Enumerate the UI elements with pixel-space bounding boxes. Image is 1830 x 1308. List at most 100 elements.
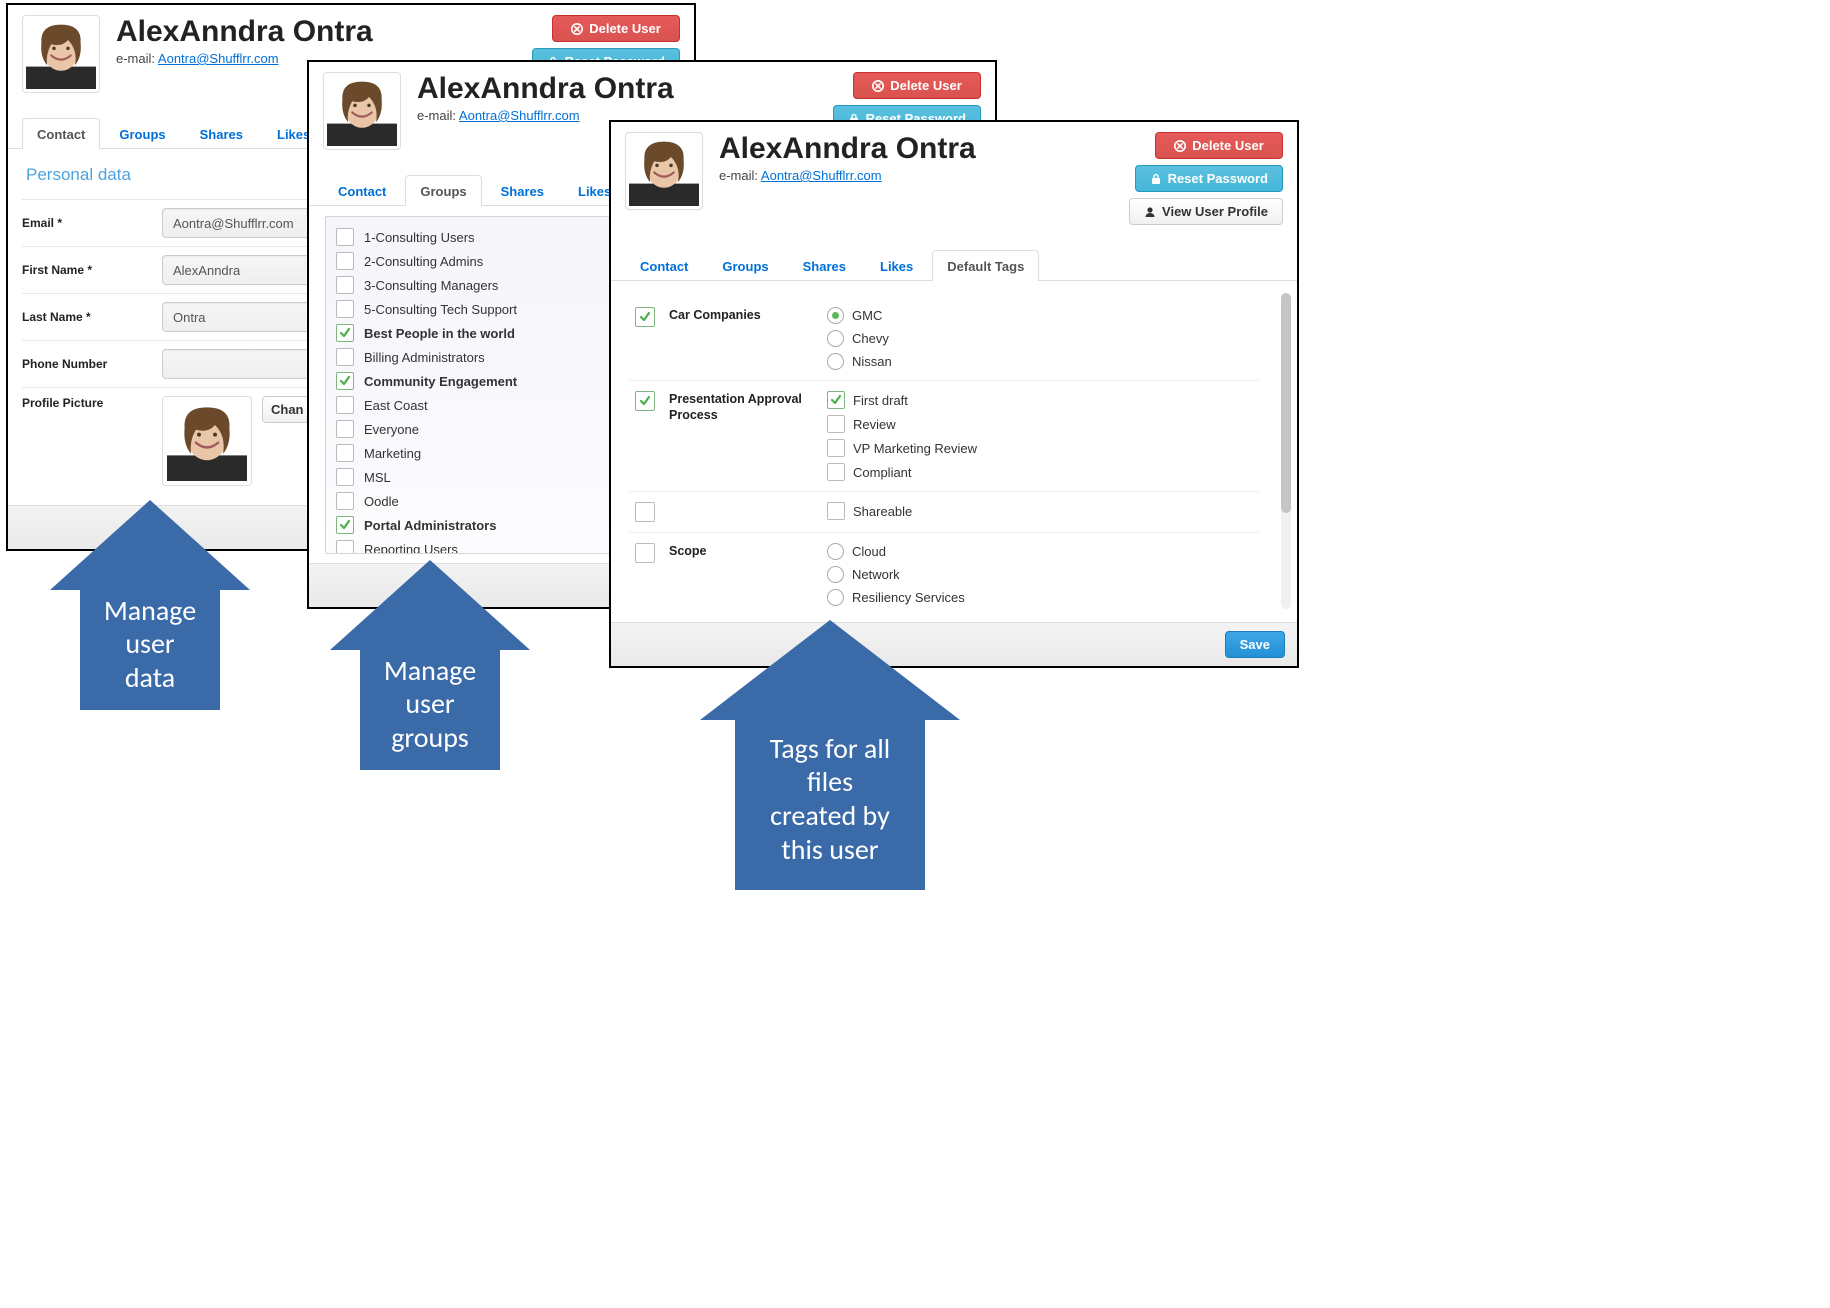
checkbox[interactable]: [336, 516, 354, 534]
tag-category-row: Car Companies GMC Chevy Nissan: [629, 297, 1259, 380]
radio[interactable]: [827, 566, 844, 583]
delete-user-button[interactable]: Delete User: [1155, 132, 1283, 159]
tag-option-label: Compliant: [853, 465, 912, 480]
group-label: 1-Consulting Users: [364, 230, 475, 245]
tab-groups[interactable]: Groups: [405, 175, 481, 206]
first-name-label: First Name *: [22, 263, 162, 277]
tag-option-label: GMC: [852, 308, 882, 323]
avatar: [323, 72, 401, 150]
email-field-label: Email *: [22, 216, 162, 230]
tag-option[interactable]: Chevy: [827, 330, 1259, 347]
callout-user-data: Manage user data: [50, 500, 250, 710]
radio[interactable]: [827, 589, 844, 606]
lock-icon: [1150, 173, 1162, 185]
checkbox[interactable]: [336, 324, 354, 342]
checkbox[interactable]: [336, 276, 354, 294]
profile-picture-label: Profile Picture: [22, 396, 162, 410]
delete-user-button[interactable]: Delete User: [853, 72, 981, 99]
checkbox[interactable]: [827, 415, 845, 433]
group-label: Billing Administrators: [364, 350, 485, 365]
tab-shares[interactable]: Shares: [185, 118, 258, 149]
tag-category-row: Shareable: [629, 491, 1259, 532]
delete-user-button[interactable]: Delete User: [552, 15, 680, 42]
checkbox[interactable]: [336, 420, 354, 438]
scrollbar-thumb[interactable]: [1281, 293, 1291, 513]
checkbox[interactable]: [336, 492, 354, 510]
group-label: Portal Administrators: [364, 518, 496, 533]
checkbox[interactable]: [827, 391, 845, 409]
email-link[interactable]: Aontra@Shufflrr.com: [459, 108, 580, 123]
tag-category-toggle[interactable]: [635, 543, 655, 563]
tag-option[interactable]: Compliant: [827, 463, 1259, 481]
user-display-name: AlexAnndra Ontra: [417, 72, 833, 106]
tab-likes[interactable]: Likes: [865, 250, 928, 281]
tag-option[interactable]: Nissan: [827, 353, 1259, 370]
callout-default-tags: Tags for all files created by this user: [700, 620, 960, 890]
tag-option[interactable]: Resiliency Services: [827, 589, 1259, 606]
group-label: MSL: [364, 470, 391, 485]
tab-shares[interactable]: Shares: [486, 175, 559, 206]
tag-category-name: Presentation Approval Process: [669, 391, 819, 424]
tab-contact[interactable]: Contact: [323, 175, 401, 206]
tag-options: Cloud Network Resiliency Services: [827, 543, 1259, 606]
tag-option[interactable]: First draft: [827, 391, 1259, 409]
tag-options: Shareable: [827, 502, 1259, 520]
tag-category-row: ScopeCloudNetworkResiliency Services: [629, 532, 1259, 616]
tab-contact[interactable]: Contact: [625, 250, 703, 281]
save-button[interactable]: Save: [1225, 631, 1285, 658]
change-picture-button[interactable]: Chan: [262, 396, 313, 423]
tag-option[interactable]: VP Marketing Review: [827, 439, 1259, 457]
checkbox[interactable]: [336, 348, 354, 366]
tag-category-name: Car Companies: [669, 307, 819, 323]
tab-groups[interactable]: Groups: [707, 250, 783, 281]
checkbox[interactable]: [827, 502, 845, 520]
checkbox[interactable]: [827, 439, 845, 457]
x-circle-icon: [872, 80, 884, 92]
tab-default-tags[interactable]: Default Tags: [932, 250, 1039, 281]
view-profile-button[interactable]: View User Profile: [1129, 198, 1283, 225]
reset-password-button[interactable]: Reset Password: [1135, 165, 1283, 192]
tag-option[interactable]: Cloud: [827, 543, 1259, 560]
tab-groups[interactable]: Groups: [104, 118, 180, 149]
tag-option[interactable]: Network: [827, 566, 1259, 583]
x-circle-icon: [1174, 140, 1186, 152]
tag-option[interactable]: Review: [827, 415, 1259, 433]
scrollbar[interactable]: [1281, 293, 1291, 609]
checkbox[interactable]: [336, 444, 354, 462]
tag-category-toggle[interactable]: [635, 502, 655, 522]
radio[interactable]: [827, 543, 844, 560]
radio[interactable]: [827, 353, 844, 370]
email-link[interactable]: Aontra@Shufflrr.com: [158, 51, 279, 66]
group-label: East Coast: [364, 398, 428, 413]
tag-option-label: Nissan: [852, 354, 892, 369]
checkbox[interactable]: [336, 372, 354, 390]
tag-option[interactable]: GMC: [827, 307, 1259, 324]
tab-contact[interactable]: Contact: [22, 118, 100, 149]
radio[interactable]: [827, 307, 844, 324]
group-label: 2-Consulting Admins: [364, 254, 483, 269]
email-label: e-mail:: [116, 51, 155, 66]
group-label: Oodle: [364, 494, 399, 509]
checkbox[interactable]: [336, 252, 354, 270]
phone-label: Phone Number: [22, 357, 162, 371]
group-label: Best People in the world: [364, 326, 515, 341]
user-icon: [1144, 206, 1156, 218]
checkbox[interactable]: [336, 228, 354, 246]
tag-option-label: First draft: [853, 393, 908, 408]
tag-category-toggle[interactable]: [635, 391, 655, 411]
x-circle-icon: [571, 23, 583, 35]
checkbox[interactable]: [336, 300, 354, 318]
checkbox[interactable]: [336, 468, 354, 486]
email-link[interactable]: Aontra@Shufflrr.com: [761, 168, 882, 183]
last-name-label: Last Name *: [22, 310, 162, 324]
tag-option-label: Resiliency Services: [852, 590, 965, 605]
checkbox[interactable]: [336, 396, 354, 414]
tag-option[interactable]: Shareable: [827, 502, 1259, 520]
checkbox[interactable]: [336, 540, 354, 554]
radio[interactable]: [827, 330, 844, 347]
tab-shares[interactable]: Shares: [788, 250, 861, 281]
tag-option-label: Review: [853, 417, 896, 432]
tag-options: GMC Chevy Nissan: [827, 307, 1259, 370]
tag-category-toggle[interactable]: [635, 307, 655, 327]
checkbox[interactable]: [827, 463, 845, 481]
